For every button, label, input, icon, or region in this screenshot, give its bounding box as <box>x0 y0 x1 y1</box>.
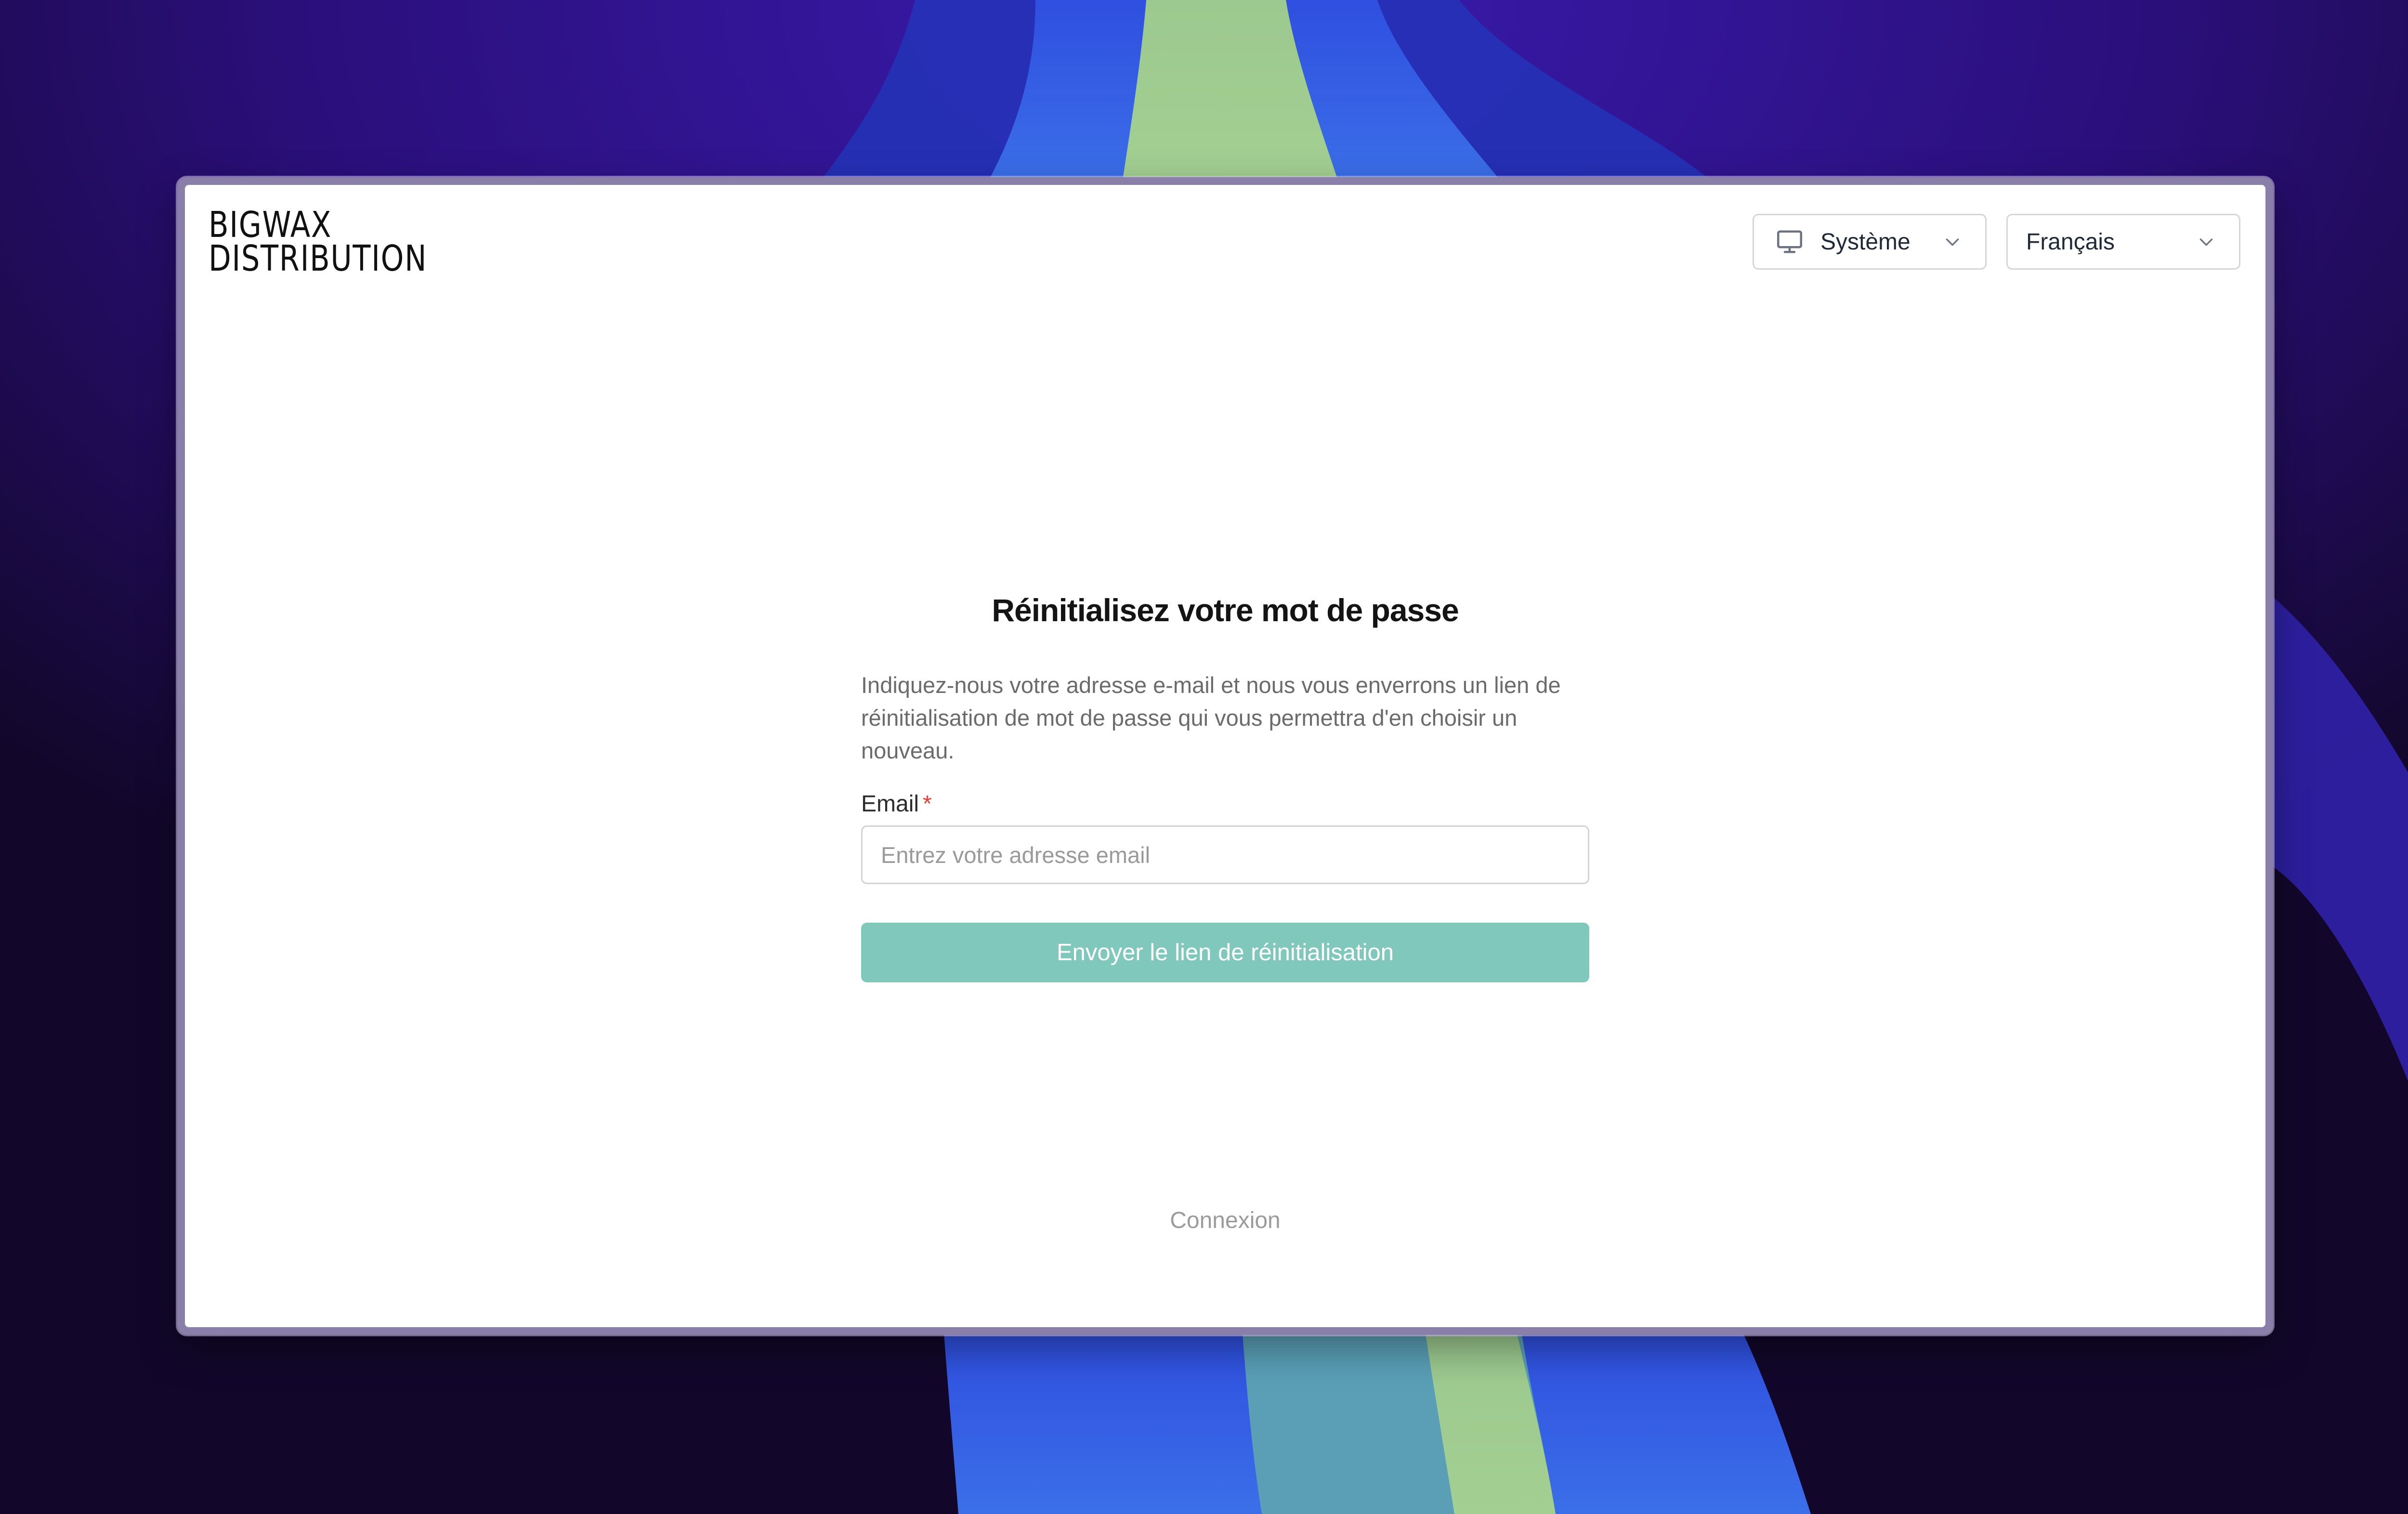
page-title: Réinitialisez votre mot de passe <box>992 592 1459 628</box>
brand-logo: BIGWAX DISTRIBUTION <box>209 204 428 279</box>
theme-select[interactable]: Système <box>1753 214 1987 270</box>
brand-logo-line2: DISTRIBUTION <box>209 238 428 279</box>
login-link-row: Connexion <box>185 1207 2265 1234</box>
form-description: Indiquez-nous votre adresse e-mail et no… <box>861 672 1561 763</box>
app-content: BIGWAX DISTRIBUTION Système Français Réi… <box>185 185 2265 1327</box>
theme-select-value: Système <box>1820 229 1911 255</box>
required-marker: * <box>923 791 932 817</box>
email-label-text: Email <box>861 791 919 817</box>
app-window: BIGWAX DISTRIBUTION Système Français Réi… <box>177 177 2273 1335</box>
chevron-down-icon <box>2197 232 2216 251</box>
email-field[interactable] <box>861 825 1589 884</box>
monitor-icon <box>1775 227 1804 256</box>
language-select-value: Français <box>2026 229 2115 255</box>
chevron-down-icon <box>1943 232 1962 251</box>
email-label: Email * <box>861 791 932 817</box>
language-select[interactable]: Français <box>2006 214 2240 270</box>
send-reset-link-button[interactable]: Envoyer le lien de réinitialisation <box>861 923 1589 982</box>
brand-logo-line1: BIGWAX <box>209 204 332 246</box>
login-link[interactable]: Connexion <box>1170 1208 1281 1233</box>
